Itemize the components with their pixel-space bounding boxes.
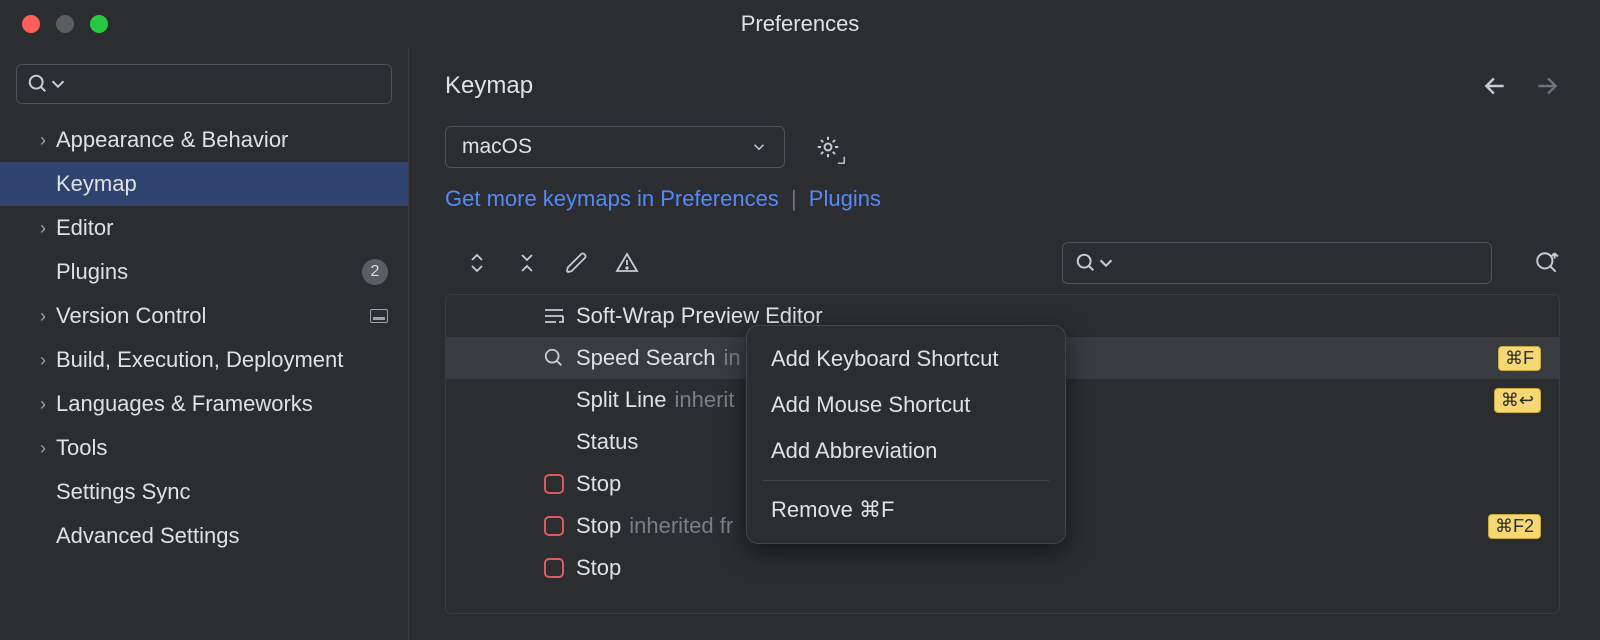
stop-icon <box>542 556 566 580</box>
menu-add-keyboard-shortcut[interactable]: Add Keyboard Shortcut <box>747 336 1065 382</box>
soft-wrap-icon <box>542 304 566 328</box>
stop-icon <box>542 472 566 496</box>
action-tree[interactable]: Soft-Wrap Preview Editor Speed Search in… <box>445 294 1560 614</box>
sidebar-item-keymap[interactable]: Keymap <box>0 162 408 206</box>
sidebar-item-appearance-behavior[interactable]: › Appearance & Behavior <box>0 118 408 162</box>
chevron-right-icon: › <box>30 130 56 151</box>
stop-icon <box>542 514 566 538</box>
get-more-keymaps-link[interactable]: Get more keymaps in Preferences <box>445 186 779 211</box>
nav-history <box>1482 73 1560 99</box>
menu-add-abbreviation[interactable]: Add Abbreviation <box>747 428 1065 474</box>
minimize-window-button[interactable] <box>56 15 74 33</box>
sidebar: › Appearance & Behavior Keymap › Editor … <box>0 48 409 640</box>
shortcut-badge: ⌘↩ <box>1494 388 1541 413</box>
chevron-right-icon: › <box>30 394 56 415</box>
chevron-right-icon: › <box>30 306 56 327</box>
modifier-corner-icon <box>837 156 845 164</box>
window-title: Preferences <box>741 11 860 37</box>
sidebar-item-languages-frameworks[interactable]: › Languages & Frameworks <box>0 382 408 426</box>
keymap-actions-button[interactable] <box>815 134 841 160</box>
sidebar-item-advanced-settings[interactable]: Advanced Settings <box>0 514 408 558</box>
back-button[interactable] <box>1482 73 1508 99</box>
shortcut-badge: ⌘F <box>1498 346 1541 371</box>
titlebar: Preferences <box>0 0 1600 48</box>
sidebar-item-editor[interactable]: › Editor <box>0 206 408 250</box>
settings-tree: › Appearance & Behavior Keymap › Editor … <box>0 118 408 558</box>
shortcut-badge: ⌘F2 <box>1488 514 1541 539</box>
sidebar-item-version-control[interactable]: › Version Control <box>0 294 408 338</box>
edit-shortcut-button[interactable] <box>565 251 589 275</box>
keymap-scheme-dropdown[interactable]: macOS <box>445 126 785 168</box>
sidebar-item-plugins[interactable]: Plugins 2 <box>0 250 408 294</box>
search-icon <box>1075 252 1097 274</box>
menu-remove-shortcut[interactable]: Remove ⌘F <box>747 487 1065 533</box>
menu-add-mouse-shortcut[interactable]: Add Mouse Shortcut <box>747 382 1065 428</box>
zoom-window-button[interactable] <box>90 15 108 33</box>
page-title: Keymap <box>445 72 533 100</box>
context-menu: Add Keyboard Shortcut Add Mouse Shortcut… <box>746 325 1066 544</box>
collapse-all-button[interactable] <box>515 251 539 275</box>
keymap-plugins-hint: Get more keymaps in Preferences | Plugin… <box>445 186 1560 212</box>
search-icon <box>27 73 49 95</box>
content-pane: Keymap macOS Get more keymaps in Prefere… <box>409 48 1600 640</box>
plugins-count-badge: 2 <box>362 259 388 285</box>
show-conflicts-button[interactable] <box>615 251 639 275</box>
keymap-scheme-value: macOS <box>462 135 532 159</box>
chevron-right-icon: › <box>30 438 56 459</box>
traffic-lights <box>22 15 108 33</box>
chevron-down-icon <box>750 138 768 156</box>
plugins-link[interactable]: Plugins <box>809 186 881 211</box>
tree-row[interactable]: Stop <box>446 547 1559 589</box>
expand-all-button[interactable] <box>465 251 489 275</box>
sidebar-item-tools[interactable]: › Tools <box>0 426 408 470</box>
settings-search-input[interactable] <box>16 64 392 104</box>
close-window-button[interactable] <box>22 15 40 33</box>
chevron-right-icon: › <box>30 350 56 371</box>
action-search-input[interactable] <box>1062 242 1492 284</box>
chevron-down-icon <box>1095 252 1117 274</box>
sidebar-item-build-execution-deployment[interactable]: › Build, Execution, Deployment <box>0 338 408 382</box>
sidebar-item-settings-sync[interactable]: Settings Sync <box>0 470 408 514</box>
find-by-shortcut-button[interactable] <box>1534 250 1560 276</box>
search-icon <box>542 346 566 370</box>
chevron-down-icon <box>47 73 69 95</box>
keymap-toolbar <box>445 242 1560 284</box>
project-scope-icon <box>370 309 388 323</box>
forward-button[interactable] <box>1534 73 1560 99</box>
menu-separator <box>763 480 1049 481</box>
chevron-right-icon: › <box>30 218 56 239</box>
